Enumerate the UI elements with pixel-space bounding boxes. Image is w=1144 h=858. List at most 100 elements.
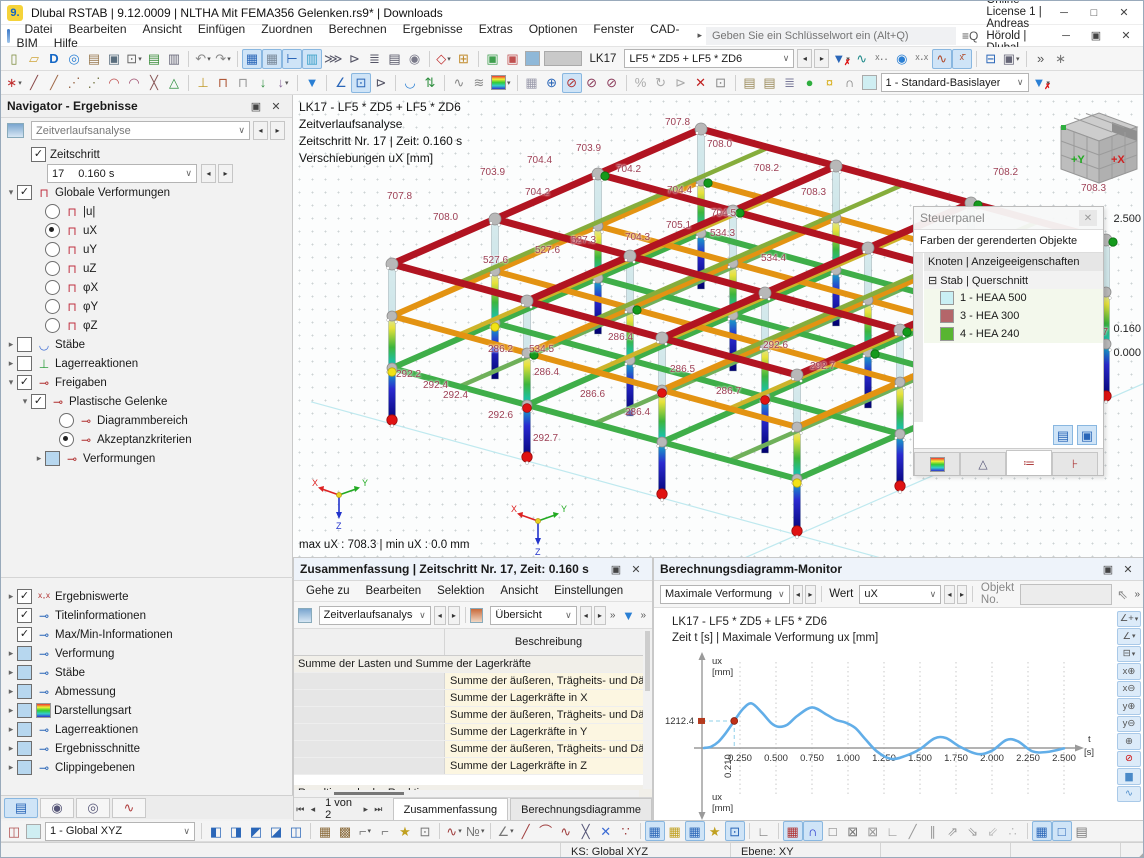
boxed-x2-icon[interactable]: ⊠ xyxy=(863,821,883,841)
radio[interactable] xyxy=(59,432,74,447)
table-device-icon[interactable]: ▤ xyxy=(385,49,405,69)
summary-table-row[interactable]: Summe der Lagerkräfte in Y xyxy=(294,724,652,741)
checkbox[interactable] xyxy=(17,665,32,680)
nav-tab-results-beam[interactable]: ∿ xyxy=(112,798,146,818)
layers-small-icon[interactable]: ▤ xyxy=(1072,821,1092,841)
summary-close-button[interactable]: ✕ xyxy=(626,560,646,578)
nav-tab-views-eye[interactable]: ◉ xyxy=(40,798,74,818)
tree-lagerreaktionen[interactable]: ▸⊥Lagerreaktionen xyxy=(1,354,293,373)
monitor-value-prev[interactable]: ◂ xyxy=(944,585,955,604)
show-tables-icon[interactable]: ▦ xyxy=(242,49,262,69)
print-icon[interactable]: ⊡▾ xyxy=(124,49,144,69)
load-combination-select-next[interactable]: ▸ xyxy=(814,49,829,68)
tree-phiz[interactable]: ⊓φZ xyxy=(1,316,293,335)
checkbox[interactable]: ✓ xyxy=(17,375,32,390)
result-polygon-icon[interactable]: ◇▾ xyxy=(434,49,454,69)
result-diagram-toggle-icon[interactable]: ∿ xyxy=(932,49,952,69)
tree-ergebniswerte[interactable]: ▸✓ˣ·ˣErgebniswerte xyxy=(1,587,293,606)
analysis-type-select[interactable]: Zeitverlaufsanalyse ∨ xyxy=(31,121,250,140)
plane-xz-icon[interactable]: ⊘ xyxy=(602,73,622,93)
member-hinge2-icon[interactable]: ◠ xyxy=(124,73,144,93)
summary-vscrollbar[interactable] xyxy=(643,629,652,789)
station-next-icon[interactable]: ▣ xyxy=(503,49,523,69)
summary-view-next[interactable]: ▸ xyxy=(594,606,606,625)
radio[interactable] xyxy=(45,242,60,257)
chart-style-line-button[interactable]: ∿ xyxy=(1117,786,1141,803)
line-icon[interactable]: ╱ xyxy=(516,821,536,841)
checkbox[interactable] xyxy=(17,684,32,699)
zoom-y-in-button[interactable]: y⊕ xyxy=(1117,698,1141,715)
print-chart-button[interactable]: ⊟▾ xyxy=(1117,646,1141,663)
menu-fenster[interactable]: Fenster xyxy=(585,20,642,38)
menu-ergebnisse[interactable]: Ergebnisse xyxy=(395,20,471,38)
layer-select[interactable]: 1 - Standard-Basislayer∨ xyxy=(881,73,1029,92)
timestep-select-prev[interactable]: ◂ xyxy=(201,164,216,183)
line-support-icon[interactable]: ⊓ xyxy=(233,73,253,93)
checkbox[interactable] xyxy=(17,760,32,775)
summary-overflow-chevron[interactable]: » xyxy=(610,610,616,621)
settings-globe-icon[interactable]: ∗ xyxy=(1051,49,1071,69)
layer-filter-icon[interactable]: ▼✗▾ xyxy=(1031,73,1052,93)
tree-zeitschritt[interactable]: ✓Zeitschritt xyxy=(1,145,293,164)
magnet-icon[interactable]: ∩ xyxy=(803,821,823,841)
analysis-prev-button[interactable]: ◂ xyxy=(253,121,268,140)
objekt-no-input[interactable] xyxy=(1020,584,1112,605)
summary-hscrollbar[interactable] xyxy=(294,790,639,797)
chart-axes-add-button[interactable]: ∠+▾ xyxy=(1117,611,1141,628)
structure-tree-icon[interactable]: △ xyxy=(164,73,184,93)
project-manager-icon[interactable]: ▤ xyxy=(84,49,104,69)
zoom-y-out-button[interactable]: y⊖ xyxy=(1117,716,1141,733)
node-tool-icon[interactable]: ∗▾ xyxy=(4,73,24,93)
navigator-splitter[interactable] xyxy=(1,577,293,578)
sp-tab-hinge-filter[interactable]: ⊦ xyxy=(1052,452,1098,475)
stepped-diagram-icon[interactable]: ≋ xyxy=(469,73,489,93)
sp-group-row[interactable]: ⊟ Stab | Querschnitt xyxy=(924,271,1103,289)
tree-phix[interactable]: ⊓φX xyxy=(1,278,293,297)
web-service-icon[interactable]: ◎ xyxy=(64,49,84,69)
panel-display-properties-button[interactable]: ▤ xyxy=(1053,425,1073,445)
arrow-snap2-icon[interactable]: ⇘ xyxy=(963,821,983,841)
summary-menu-selektion[interactable]: Selektion xyxy=(429,585,492,597)
monitor-quantity-next[interactable]: ▸ xyxy=(805,585,816,604)
grid-toggle-icon[interactable]: ▦ xyxy=(645,821,665,841)
summary-section-row[interactable]: Summe der Lasten und Summe der Lagerkräf… xyxy=(294,656,652,673)
summary-menu-einstellungen[interactable]: Einstellungen xyxy=(546,585,631,597)
checkbox[interactable] xyxy=(17,703,32,718)
arrow-snap-icon[interactable]: ⇗ xyxy=(943,821,963,841)
checkbox[interactable]: ✓ xyxy=(17,185,32,200)
checkbox[interactable] xyxy=(45,451,60,466)
timestep-select[interactable]: 170.160 s∨◂▸ xyxy=(1,164,293,183)
angle-snap-icon[interactable]: ∠▾ xyxy=(495,821,515,841)
project-3d-icon[interactable]: ◪ xyxy=(266,821,286,841)
steuerpanel-close-icon[interactable]: ✕ xyxy=(1079,210,1097,226)
child-restore-button[interactable]: ▣ xyxy=(1081,26,1111,46)
overflow-chevron[interactable]: » xyxy=(1031,49,1051,69)
monitor-quantity-prev[interactable]: ◂ xyxy=(793,585,804,604)
polyline-icon[interactable]: ∿▾ xyxy=(444,821,464,841)
layers-icon[interactable]: ≣ xyxy=(780,73,800,93)
tree-ux[interactable]: ⊓uX xyxy=(1,221,293,240)
summary-table-row[interactable]: Summe der äußeren, Trägheits- und Dämpfu… xyxy=(294,741,652,758)
member-i-tool-icon[interactable]: ╱ xyxy=(44,73,64,93)
result-values-toggle-icon[interactable]: ˣ̄ xyxy=(952,49,972,69)
corner-icon[interactable]: ∟ xyxy=(883,821,903,841)
voice-input-icon[interactable]: ◉ xyxy=(405,49,425,69)
tree-titelinformationen[interactable]: ✓⊸Titelinformationen xyxy=(1,606,293,625)
monitor-value-next[interactable]: ▸ xyxy=(957,585,968,604)
radio[interactable] xyxy=(45,261,60,276)
new-model-icon[interactable]: ▯ xyxy=(4,49,24,69)
open-file-icon[interactable]: ▱ xyxy=(24,49,44,69)
sp-tab-filter-list[interactable]: ≔ xyxy=(1006,450,1052,475)
zoom-window-button[interactable]: ⊕ xyxy=(1117,733,1141,750)
member-x-icon[interactable]: ╳ xyxy=(144,73,164,93)
grid-eye-icon[interactable]: ▦ xyxy=(685,821,705,841)
add-panel-icon[interactable]: ⊞ xyxy=(454,49,474,69)
radio[interactable] xyxy=(45,223,60,238)
checkbox[interactable] xyxy=(17,741,32,756)
checkbox[interactable]: ✓ xyxy=(17,589,32,604)
result-values-icon[interactable]: ˣ·· xyxy=(872,49,892,69)
radio[interactable] xyxy=(45,318,60,333)
station-prev-icon[interactable]: ▣ xyxy=(483,49,503,69)
summary-float-button[interactable]: ▣ xyxy=(606,560,626,578)
navigator-close-button[interactable]: ✕ xyxy=(266,97,286,115)
